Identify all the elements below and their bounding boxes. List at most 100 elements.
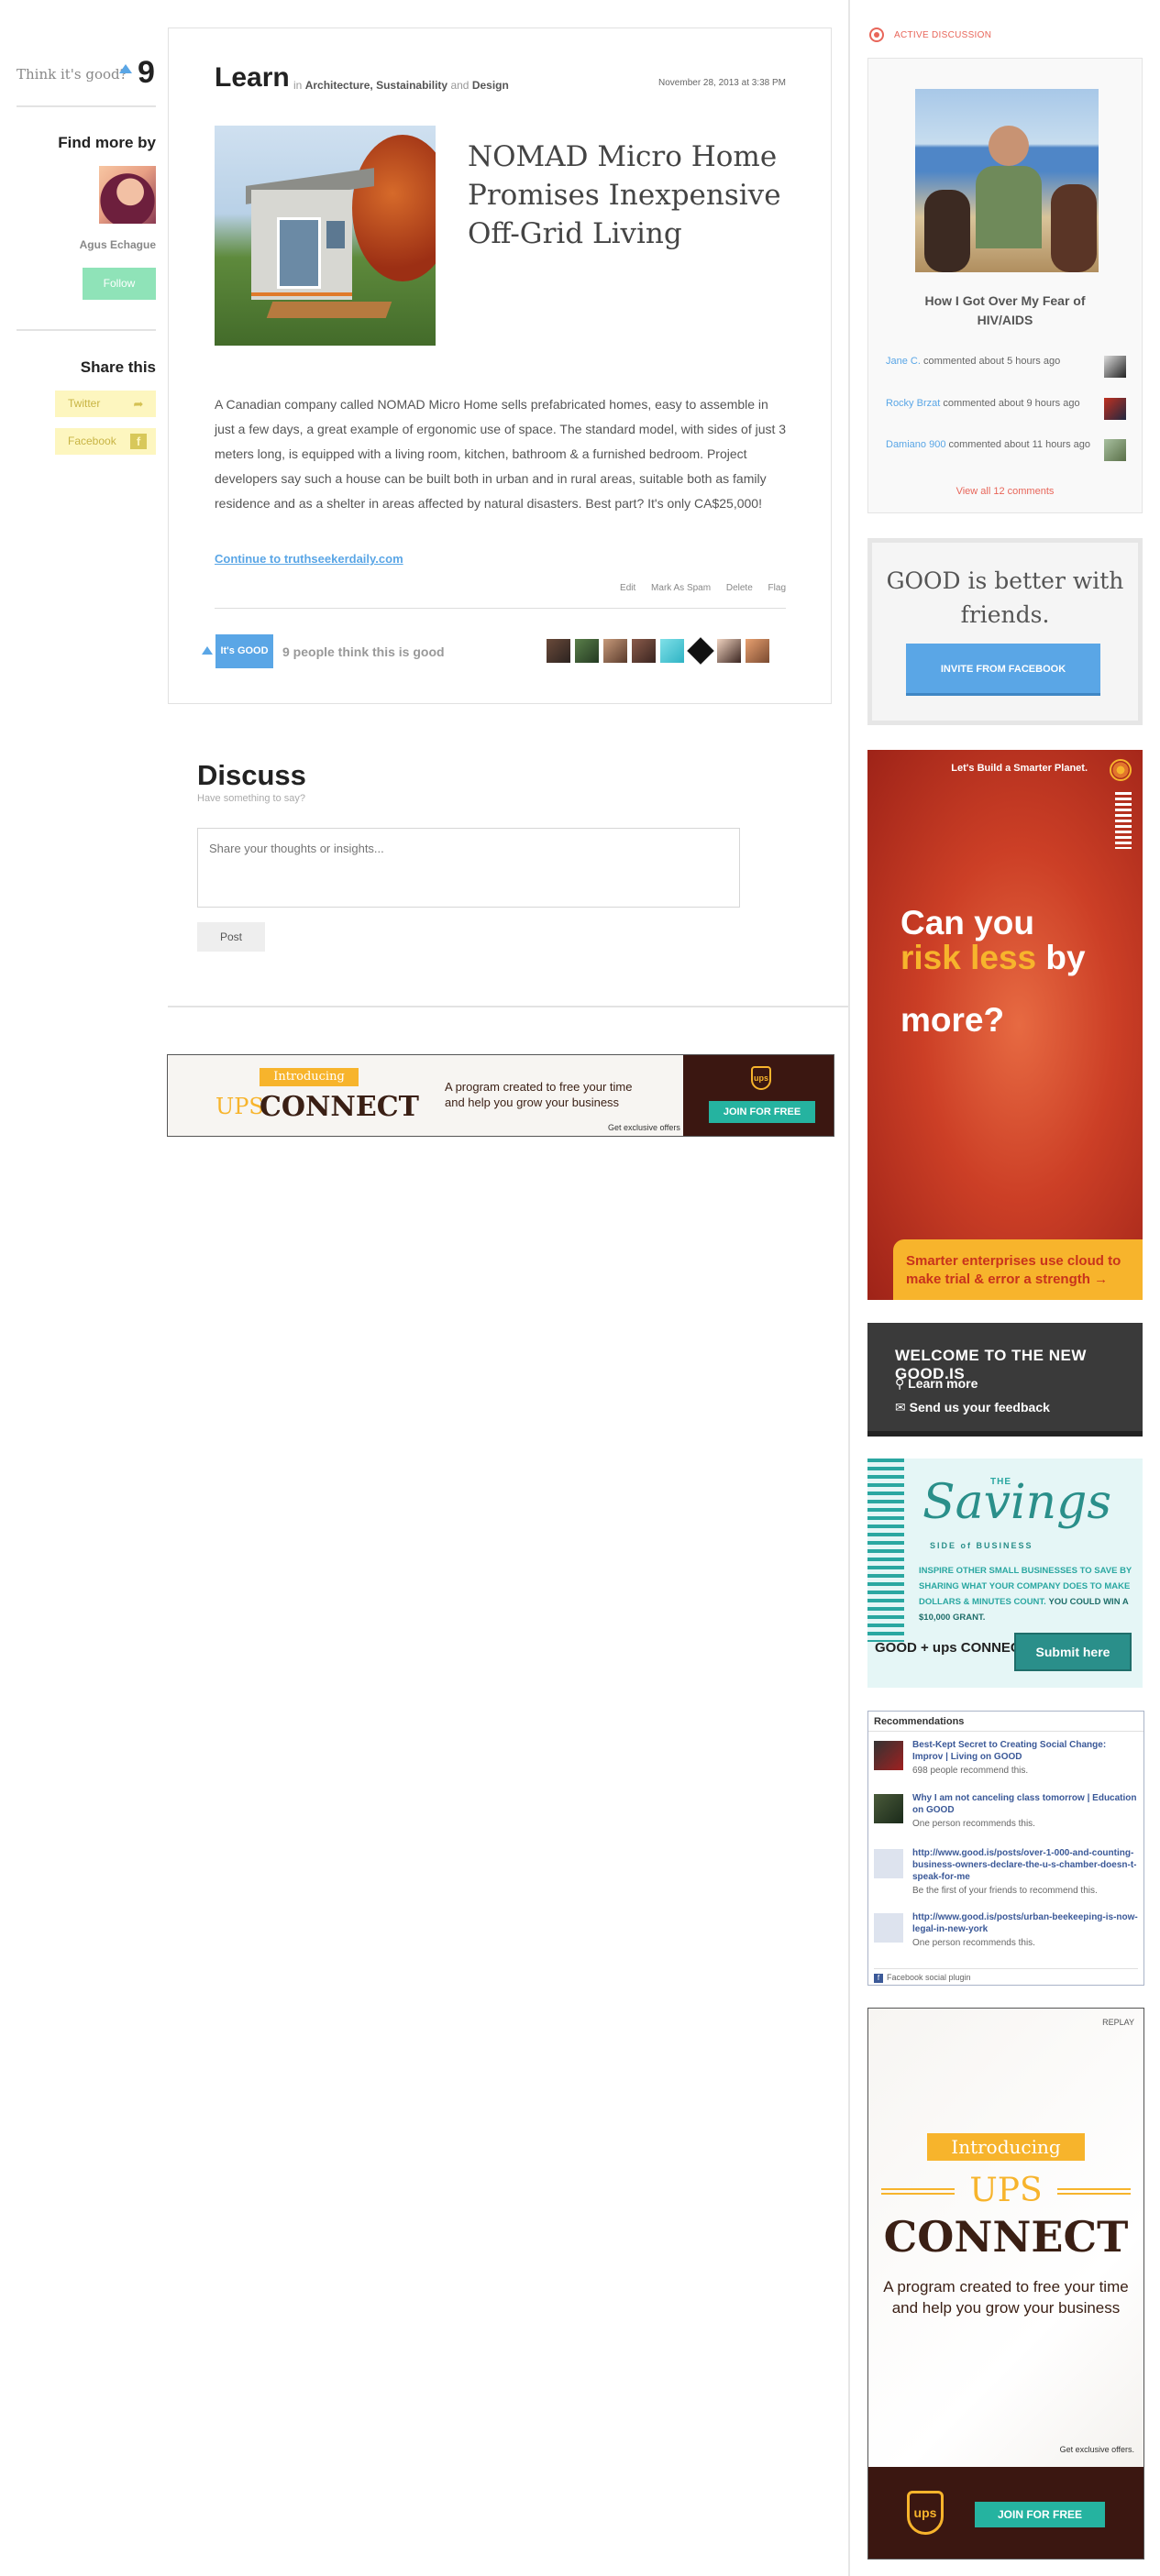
section-title[interactable]: Learn xyxy=(215,62,290,94)
join-for-free-button[interactable]: JOIN FOR FREE xyxy=(975,2502,1105,2527)
category-sustainability[interactable]: Sustainability xyxy=(376,79,447,92)
ibm-planet-text: Let's Build a Smarter Planet. xyxy=(951,763,1088,774)
commenter-name[interactable]: Jane C. xyxy=(886,356,921,367)
think-its-good-widget: Think it's good? 9 xyxy=(17,55,156,92)
envelope-icon: ✉ xyxy=(895,1400,910,1415)
commenter-avatar[interactable] xyxy=(1104,439,1126,461)
ad-ups-word: UPS xyxy=(215,1094,264,1119)
share-twitter-button[interactable]: Twitter ➦ xyxy=(55,391,156,417)
ad-introducing: Introducing xyxy=(260,1068,359,1086)
voter-avatar[interactable] xyxy=(746,639,769,663)
friends-text: GOOD is better with friends. xyxy=(886,567,1124,628)
commenter-avatar[interactable] xyxy=(1104,356,1126,378)
ad-introducing: Introducing xyxy=(927,2133,1085,2161)
ad-connect-word: CONNECT xyxy=(883,2212,1129,2262)
submit-here-button[interactable]: Submit here xyxy=(1014,1633,1132,1671)
recommendation-thumb xyxy=(874,1849,903,1878)
its-good-button[interactable]: It's GOOD xyxy=(215,634,273,668)
mark-spam-link[interactable]: Mark As Spam xyxy=(651,583,711,593)
savings-side-ad[interactable]: THE Savings SIDE of BUSINESS INSPIRE OTH… xyxy=(867,1459,1143,1688)
post-headline: NOMAD Micro Home Promises Inexpensive Of… xyxy=(468,140,781,250)
active-discussion-icon xyxy=(869,28,884,42)
view-all-comments-link[interactable]: View all 12 comments xyxy=(867,486,1143,497)
category-design[interactable]: Design xyxy=(472,79,509,92)
recommendation-thumb xyxy=(874,1913,903,1943)
post-body: A Canadian company called NOMAD Micro Ho… xyxy=(215,397,787,511)
voter-avatar[interactable] xyxy=(603,639,627,663)
recommendation-item[interactable]: http://www.good.is/posts/over-1-000-and-… xyxy=(874,1847,1138,1902)
share-twitter-label: Twitter xyxy=(68,397,101,410)
ups-shield-icon: ups xyxy=(907,2491,944,2535)
active-discussion-title[interactable]: How I Got Over My Fear of HIV/AIDS xyxy=(897,292,1113,330)
active-discussion-image[interactable] xyxy=(915,89,1099,272)
voter-avatar[interactable] xyxy=(547,639,570,663)
invite-from-facebook-button[interactable]: INVITE FROM FACEBOOK xyxy=(906,644,1100,696)
ibm-ad[interactable]: Let's Build a Smarter Planet. Can you ri… xyxy=(867,750,1143,1300)
search-icon: ⚲ xyxy=(895,1376,909,1391)
share-facebook-label: Facebook xyxy=(68,435,116,447)
voter-avatar[interactable] xyxy=(632,639,656,663)
recommendation-item[interactable]: Best-Kept Secret to Creating Social Chan… xyxy=(874,1739,1138,1783)
replay-link[interactable]: REPLAY xyxy=(1052,2018,1134,2027)
category-architecture[interactable]: Architecture xyxy=(305,79,370,92)
welcome-box: WELCOME TO THE NEW GOOD.IS ⚲ Learn more … xyxy=(867,1323,1143,1437)
join-for-free-button[interactable]: JOIN FOR FREE xyxy=(709,1101,815,1123)
flag-link[interactable]: Flag xyxy=(768,583,786,593)
ad-dark-panel: ups JOIN FOR FREE xyxy=(868,2467,1143,2559)
voter-avatar[interactable] xyxy=(687,637,714,665)
savings-title: Savings xyxy=(922,1475,1112,1530)
voter-avatar[interactable] xyxy=(717,639,741,663)
post-date: November 28, 2013 at 3:38 PM xyxy=(658,78,786,88)
continue-link[interactable]: Continue to truthseekerdaily.com xyxy=(215,552,403,566)
author-avatar[interactable] xyxy=(99,166,156,224)
ad-exclusive: Get exclusive offers. xyxy=(1059,2445,1134,2454)
facebook-recommendations: Recommendations Best-Kept Secret to Crea… xyxy=(867,1711,1144,1986)
divider xyxy=(215,608,786,609)
post-image[interactable] xyxy=(215,126,436,346)
ups-connect-tall-ad[interactable]: REPLAY Introducing UPS CONNECT A program… xyxy=(867,2008,1144,2559)
commenter-name[interactable]: Damiano 900 xyxy=(886,439,945,450)
commenter-name[interactable]: Rocky Brzat xyxy=(886,398,940,409)
share-facebook-button[interactable]: Facebook f xyxy=(55,428,156,455)
divider xyxy=(17,329,156,331)
recommendation-thumb xyxy=(874,1794,903,1823)
ad-tagline: A program created to free your time and … xyxy=(883,2278,1129,2317)
voter-avatars xyxy=(547,637,769,665)
commenter-avatar[interactable] xyxy=(1104,398,1126,420)
ibm-cta[interactable]: Smarter enterprises use cloud to make tr… xyxy=(893,1239,1143,1300)
upvote-arrow-icon[interactable] xyxy=(202,646,213,655)
ups-connect-banner-ad[interactable]: REPLAY Introducing UPS CONNECT A program… xyxy=(167,1054,834,1137)
recommendation-item[interactable]: http://www.good.is/posts/urban-beekeepin… xyxy=(874,1911,1138,1955)
voter-avatar[interactable] xyxy=(575,639,599,663)
savings-subtitle: SIDE of BUSINESS xyxy=(930,1541,1033,1550)
ad-exclusive: Get exclusive offers xyxy=(608,1123,680,1132)
social-plugin-footer: f Facebook social plugin xyxy=(874,1968,1138,1983)
post-comment-button[interactable]: Post xyxy=(197,922,265,952)
rail-divider xyxy=(848,0,850,2576)
discuss-title: Discuss xyxy=(197,759,306,791)
ibm-question-line3: more? xyxy=(900,1001,1005,1039)
learn-more-link[interactable]: ⚲ Learn more xyxy=(895,1376,978,1392)
author-name[interactable]: Agus Echague xyxy=(17,238,156,251)
recommendations-title: Recommendations xyxy=(868,1712,1143,1732)
savings-logos: GOOD + ups CONNECT xyxy=(875,1640,1029,1656)
recommendation-item[interactable]: Why I am not canceling class tomorrow | … xyxy=(874,1792,1138,1836)
good-count: 9 xyxy=(138,55,155,90)
comment-item[interactable]: Rocky Brzat commented about 9 hours ago xyxy=(886,396,1126,422)
comment-input[interactable] xyxy=(197,828,740,908)
comment-item[interactable]: Jane C. commented about 5 hours ago xyxy=(886,354,1126,380)
feedback-link[interactable]: ✉ Send us your feedback xyxy=(895,1400,1050,1415)
upvote-arrow-icon[interactable] xyxy=(119,64,132,73)
follow-button[interactable]: Follow xyxy=(83,268,156,300)
voter-avatar[interactable] xyxy=(660,639,684,663)
find-more-title: Find more by xyxy=(58,134,156,151)
discuss-subtitle: Have something to say? xyxy=(197,793,306,804)
edit-link[interactable]: Edit xyxy=(620,583,635,593)
twitter-bird-icon: ➦ xyxy=(133,397,144,411)
comment-item[interactable]: Damiano 900 commented about 11 hours ago xyxy=(886,437,1126,463)
active-discussion-label: ACTIVE DISCUSSION xyxy=(894,30,992,40)
post-actions: Edit Mark As Spam Delete Flag xyxy=(550,583,786,593)
delete-link[interactable]: Delete xyxy=(726,583,753,593)
facebook-icon: f xyxy=(130,434,147,449)
savings-blurb: INSPIRE OTHER SMALL BUSINESSES TO SAVE B… xyxy=(919,1566,1132,1623)
